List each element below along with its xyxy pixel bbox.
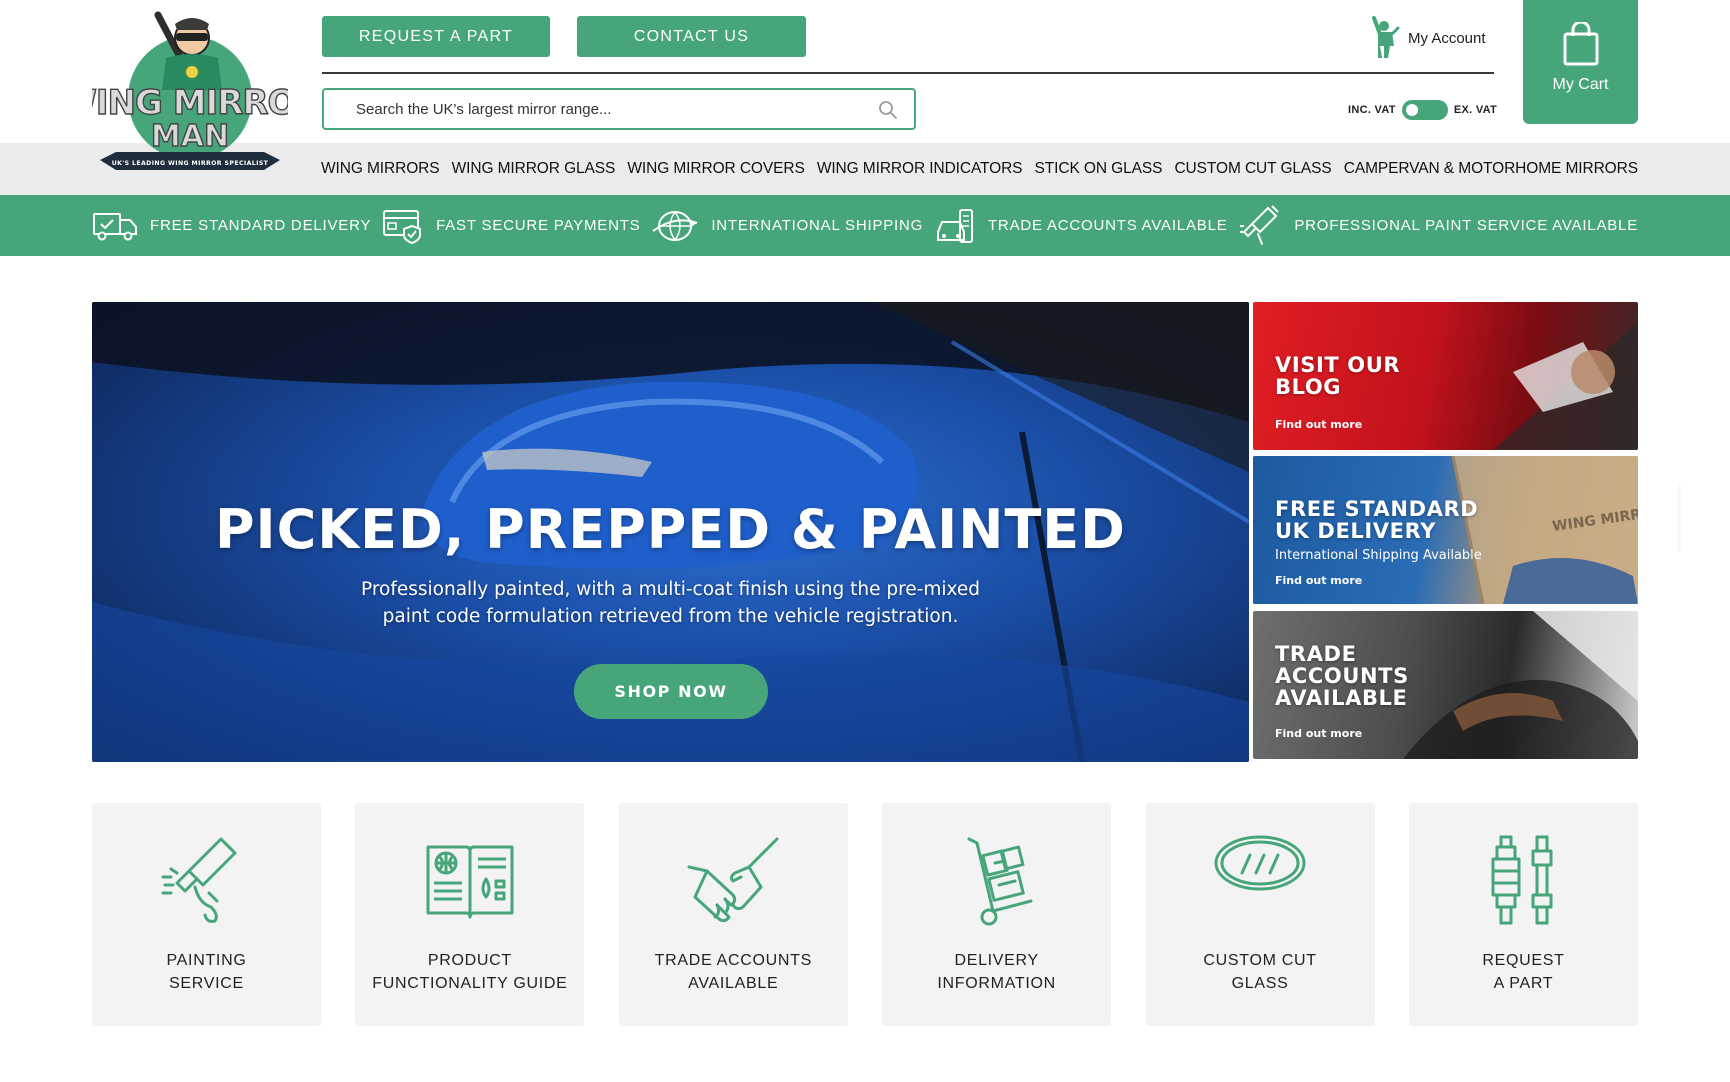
vat-toggle-knob	[1405, 104, 1418, 116]
card-label-line2: AVAILABLE	[688, 975, 779, 992]
my-cart-button[interactable]: My Cart	[1523, 0, 1638, 124]
delivery-truck-icon	[93, 212, 137, 240]
promo-subtitle: International Shipping Available	[1275, 548, 1482, 563]
spray-gun-icon	[1240, 204, 1280, 245]
promo-title-line1: FREE STANDARD	[1275, 497, 1479, 521]
card-product-functionality-guide[interactable]: PRODUCT FUNCTIONALITY GUIDE	[355, 803, 585, 1026]
feature-cards: PAINTING SERVICE PRODUCT FUNCTIONALITY G…	[92, 803, 1638, 1026]
my-account-link[interactable]: My Account	[1368, 16, 1486, 60]
nav-item-wing-mirror-indicators[interactable]: WING MIRROR INDICATORS	[817, 160, 1023, 178]
trade-car-icon	[936, 208, 973, 243]
promo-find-out-more-link[interactable]: Find out more	[1275, 418, 1362, 431]
shop-now-button[interactable]: SHOP NOW	[574, 664, 768, 719]
promo-title-line1: TRADE	[1275, 642, 1357, 666]
hero-subtitle-line1: Professionally painted, with a multi-coa…	[360, 579, 981, 600]
site-header: WING MIRROR MAN UK'S LEADING WING MIRROR…	[0, 0, 1730, 170]
card-label-line1: PRODUCT	[427, 952, 512, 969]
card-label-line2: GLASS	[1231, 975, 1289, 992]
globe-plane-icon	[652, 210, 698, 241]
card-label-line1: TRADE ACCOUNTS	[654, 952, 812, 969]
svg-text:WING MIRROR: WING MIRROR	[92, 83, 288, 123]
benefit-free-delivery: FREE STANDARD DELIVERY	[92, 210, 371, 242]
hand-truck-icon	[967, 837, 1033, 926]
promo-find-out-more-link[interactable]: Find out more	[1275, 727, 1362, 740]
promo-title-line2: UK DELIVERY	[1275, 519, 1437, 543]
benefit-label: FAST SECURE PAYMENTS	[436, 217, 641, 234]
card-delivery-information[interactable]: DELIVERY INFORMATION	[882, 803, 1112, 1026]
card-custom-cut-glass[interactable]: CUSTOM CUT GLASS	[1145, 803, 1375, 1026]
card-label-line1: CUSTOM CUT	[1203, 952, 1317, 969]
card-trade-accounts-available[interactable]: TRADE ACCOUNTS AVAILABLE	[618, 803, 848, 1026]
secure-card-icon	[383, 209, 422, 244]
promo-title-line2: BLOG	[1275, 375, 1342, 399]
card-label: PRODUCT FUNCTIONALITY GUIDE	[372, 949, 567, 995]
promo-title-line1: VISIT OUR	[1275, 353, 1401, 377]
benefit-paint-service: PROFESSIONAL PAINT SERVICE AVAILABLE	[1238, 204, 1638, 248]
search-icon[interactable]	[878, 100, 898, 120]
open-book-icon	[426, 845, 514, 919]
shopping-bag-icon	[1563, 22, 1598, 66]
my-cart-label: My Cart	[1552, 76, 1609, 93]
vat-toggle[interactable]	[1401, 100, 1448, 120]
benefit-trade-accounts: TRADE ACCOUNTS AVAILABLE	[934, 206, 1228, 246]
card-label-line1: DELIVERY	[954, 952, 1039, 969]
promo-find-out-more-link[interactable]: Find out more	[1275, 574, 1362, 587]
carousel-edge	[1678, 482, 1682, 552]
nav-item-stick-on-glass[interactable]: STICK ON GLASS	[1035, 160, 1163, 178]
card-label: TRADE ACCOUNTS AVAILABLE	[655, 949, 812, 995]
my-account-label: My Account	[1408, 29, 1486, 47]
header-divider	[322, 72, 1494, 74]
search-input[interactable]: Search the UK's largest mirror range...	[322, 88, 916, 130]
contact-us-button[interactable]: CONTACT US	[577, 16, 806, 57]
card-label-line1: REQUEST	[1482, 952, 1565, 969]
card-label: PAINTING SERVICE	[167, 949, 247, 995]
card-request-a-part[interactable]: REQUEST A PART	[1408, 803, 1638, 1026]
benefit-label: TRADE ACCOUNTS AVAILABLE	[987, 217, 1228, 234]
card-label: REQUEST A PART	[1482, 949, 1564, 995]
benefits-strip: FREE STANDARD DELIVERY FAST SECURE PAYME…	[0, 195, 1730, 256]
benefit-label: PROFESSIONAL PAINT SERVICE AVAILABLE	[1294, 217, 1638, 234]
card-label-line2: INFORMATION	[937, 975, 1056, 992]
hero-title: PICKED, PREPPED & PAINTED	[214, 498, 1127, 561]
nav-item-wing-mirror-glass[interactable]: WING MIRROR GLASS	[452, 160, 616, 178]
site-logo[interactable]: WING MIRROR MAN UK'S LEADING WING MIRROR…	[59, 10, 323, 180]
hero-subtitle: Professionally painted, with a multi-coa…	[292, 576, 1049, 630]
benefit-label: INTERNATIONAL SHIPPING	[711, 217, 924, 234]
nav-item-wing-mirror-covers[interactable]: WING MIRROR COVERS	[627, 160, 804, 178]
spray-gun-icon	[161, 837, 236, 923]
vat-ex-label: EX. VAT	[1453, 104, 1498, 116]
promo-title-line3: AVAILABLE	[1275, 686, 1408, 710]
vat-inc-label: INC. VAT	[1348, 104, 1396, 116]
card-label-line1: PAINTING	[166, 952, 247, 969]
handshake-icon	[687, 837, 779, 923]
benefit-international-shipping: INTERNATIONAL SHIPPING	[651, 209, 923, 243]
promo-title-line2: ACCOUNTS	[1275, 664, 1409, 688]
card-label: DELIVERY INFORMATION	[937, 949, 1056, 995]
hero-banner[interactable]: PICKED, PREPPED & PAINTED Professionally…	[92, 302, 1249, 762]
request-a-part-button[interactable]: REQUEST A PART	[322, 16, 550, 57]
benefit-label: FREE STANDARD DELIVERY	[150, 217, 372, 234]
account-mascot-icon	[1372, 16, 1400, 58]
promo-free-uk-delivery[interactable]: WING MIRROR FREE STANDARD UK DELIVERY In…	[1253, 456, 1638, 604]
svg-text:MAN: MAN	[151, 119, 229, 154]
card-label: CUSTOM CUT GLASS	[1203, 949, 1316, 995]
promo-visit-blog[interactable]: VISIT OUR BLOG Find out more	[1253, 302, 1638, 450]
vat-toggle-group: INC. VAT EX. VAT	[1348, 100, 1497, 120]
mirror-part-icon	[1491, 835, 1553, 925]
nav-item-custom-cut-glass[interactable]: CUSTOM CUT GLASS	[1174, 160, 1331, 178]
benefit-secure-payments: FAST SECURE PAYMENTS	[382, 208, 640, 244]
mirror-glass-icon	[1214, 835, 1306, 891]
card-label-line2: FUNCTIONALITY GUIDE	[372, 975, 568, 992]
promo-trade-accounts[interactable]: TRADE ACCOUNTS AVAILABLE Find out more	[1253, 611, 1638, 759]
logo-mascot-icon: WING MIRROR MAN UK'S LEADING WING MIRROR…	[59, 11, 323, 170]
hero-subtitle-line2: paint code formulation retrieved from th…	[382, 606, 959, 627]
svg-text:UK'S LEADING WING MIRROR SPECI: UK'S LEADING WING MIRROR SPECIALIST	[112, 160, 269, 167]
nav-item-wing-mirrors[interactable]: WING MIRRORS	[321, 160, 440, 178]
card-label-line2: A PART	[1493, 975, 1554, 992]
card-label-line2: SERVICE	[169, 975, 244, 992]
search-placeholder: Search the UK's largest mirror range...	[356, 100, 612, 118]
card-painting-service[interactable]: PAINTING SERVICE	[92, 803, 321, 1026]
nav-item-campervan-motorhome-mirrors[interactable]: CAMPERVAN & MOTORHOME MIRRORS	[1344, 160, 1638, 178]
